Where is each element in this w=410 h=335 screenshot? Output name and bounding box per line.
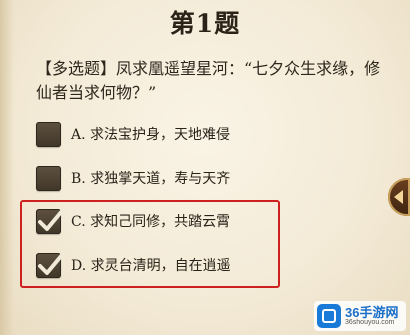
arrow-left-icon bbox=[394, 190, 403, 204]
option-a[interactable]: A. 求法宝护身，天地难侵 bbox=[36, 119, 230, 149]
question-number-title: 第1题 bbox=[169, 9, 241, 38]
option-d-checkbox[interactable] bbox=[36, 252, 64, 278]
check-icon bbox=[38, 208, 64, 231]
option-d-letter: D. bbox=[71, 258, 87, 274]
option-d-text: 求灵台清明，自在逍遥 bbox=[90, 258, 231, 274]
option-b-letter: B. bbox=[71, 171, 86, 187]
option-c-letter: C. bbox=[71, 214, 86, 230]
site-watermark: 36手游网 36shouyou.com bbox=[314, 301, 406, 331]
watermark-site: 36shouyou.com bbox=[345, 318, 395, 326]
option-b-checkbox[interactable] bbox=[36, 165, 61, 191]
side-expand-tab[interactable] bbox=[388, 178, 410, 216]
option-d-label: D. 求灵台清明，自在逍遥 bbox=[71, 255, 231, 275]
option-b[interactable]: B. 求独掌天道，寿与天齐 bbox=[36, 163, 230, 193]
option-a-label: A. 求法宝护身，天地难侵 bbox=[71, 124, 230, 144]
option-c-text: 求知己同修，共踏云霄 bbox=[90, 214, 231, 230]
site-logo-icon bbox=[317, 304, 341, 328]
option-a-letter: A. bbox=[71, 127, 86, 143]
option-c-label: C. 求知己同修，共踏云霄 bbox=[71, 211, 230, 231]
option-a-text: 求法宝护身，天地难侵 bbox=[90, 127, 231, 143]
quiz-panel: 第1题 【多选题】凤求凰遥望星河：“七夕众生求缘，修仙者当求何物？” A. 求法… bbox=[0, 0, 410, 335]
option-b-label: B. 求独掌天道，寿与天齐 bbox=[71, 168, 230, 188]
option-c[interactable]: C. 求知己同修，共踏云霄 bbox=[36, 206, 230, 236]
option-d[interactable]: D. 求灵台清明，自在逍遥 bbox=[36, 250, 231, 280]
check-icon bbox=[38, 252, 64, 275]
watermark-brand: 36手游网 bbox=[345, 304, 399, 320]
watermark-text-block: 36手游网 36shouyou.com bbox=[341, 306, 398, 327]
panel-edge bbox=[0, 0, 14, 335]
option-a-checkbox[interactable] bbox=[36, 121, 61, 147]
question-text: 【多选题】凤求凰遥望星河：“七夕众生求缘，修仙者当求何物？” bbox=[36, 59, 381, 102]
option-c-checkbox[interactable] bbox=[36, 208, 64, 234]
option-b-text: 求独掌天道，寿与天齐 bbox=[90, 171, 231, 187]
